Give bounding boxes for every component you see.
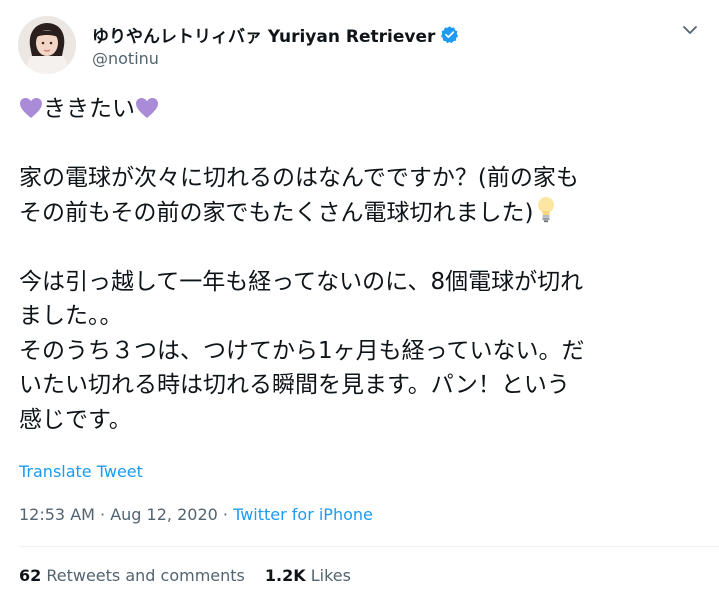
author-handle[interactable]: @notinu bbox=[92, 49, 159, 68]
likes-label: Likes bbox=[310, 566, 351, 585]
tweet-text: その前もその前の家でもたくさん電球切れました) bbox=[19, 199, 534, 226]
retweets-label: Retweets and comments bbox=[46, 566, 245, 585]
light-bulb-icon bbox=[536, 196, 556, 224]
tweet-source-link[interactable]: Twitter for iPhone bbox=[233, 505, 373, 524]
author-display-name[interactable]: ゆりやんレトリィバァ Yuriyan Retriever bbox=[92, 22, 435, 47]
tweet-line: いたい切れる時は切れる瞬間を見ます。パン！という bbox=[19, 372, 570, 398]
likes-stat[interactable]: 1.2K Likes bbox=[265, 566, 351, 585]
meta-separator: · bbox=[94, 505, 111, 524]
likes-count: 1.2K bbox=[264, 566, 306, 585]
meta-separator: · bbox=[217, 505, 234, 524]
tweet-body: ききたい 家の電球が次々に切れるのはなんでですか？(前の家も その前もその前の家… bbox=[19, 92, 699, 437]
retweets-count: 62 bbox=[19, 566, 42, 585]
tweet-line: 今は引っ越して一年も経ってないのに、8個電球が切れ bbox=[19, 268, 584, 295]
retweets-stat[interactable]: 62 Retweets and comments bbox=[19, 566, 245, 585]
tweet-line: ききたい bbox=[19, 92, 699, 127]
tweet-date[interactable]: Aug 12, 2020 bbox=[110, 505, 218, 524]
tweet-time[interactable]: 12:53 AM bbox=[19, 505, 95, 524]
chevron-down-icon[interactable] bbox=[681, 22, 699, 36]
avatar[interactable] bbox=[18, 16, 76, 74]
tweet-line: その前もその前の家でもたくさん電球切れました) bbox=[19, 196, 699, 231]
author-name-row[interactable]: ゆりやんレトリィバァ Yuriyan Retriever bbox=[92, 22, 459, 47]
tweet-meta: 12:53 AM · Aug 12, 2020 · Twitter for iP… bbox=[19, 505, 373, 524]
tweet-blank-line bbox=[19, 127, 699, 162]
divider bbox=[19, 546, 719, 547]
purple-heart-icon bbox=[19, 95, 43, 118]
purple-heart-icon bbox=[135, 95, 159, 118]
tweet-line: ました。。 bbox=[19, 303, 123, 329]
avatar-image bbox=[18, 16, 76, 74]
tweet-stats: 62 Retweets and comments 1.2K Likes bbox=[19, 566, 351, 585]
verified-badge-icon bbox=[440, 25, 459, 44]
tweet-line: そのうち３つは、つけてから1ヶ月も経っていない。だ bbox=[19, 337, 585, 364]
tweet-blank-line bbox=[19, 230, 699, 265]
translate-tweet-link[interactable]: Translate Tweet bbox=[19, 462, 143, 481]
tweet-text: ききたい bbox=[43, 96, 135, 122]
tweet-card: ゆりやんレトリィバァ Yuriyan Retriever @notinu ききた… bbox=[0, 0, 719, 600]
tweet-line: 感じです。 bbox=[19, 406, 132, 433]
tweet-line: 家の電球が次々に切れるのはなんでですか？(前の家も bbox=[19, 165, 579, 191]
